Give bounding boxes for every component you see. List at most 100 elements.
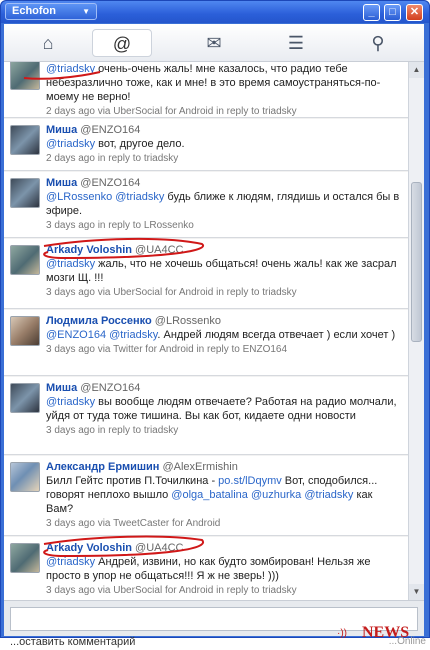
tweet-text: Билл Гейтс против П.Точилкина - po.st/lD… (46, 474, 402, 516)
tweet-body: @triadsky очень-очень жаль! мне казалось… (46, 62, 402, 119)
mention-link[interactable]: @uzhurka @triadsky (251, 489, 353, 501)
tweet-text: @triadsky вот, другое дело. (46, 137, 402, 151)
tweet-header: Миша @ENZO164 (46, 123, 402, 137)
background-text: ...оставить комментарий (10, 636, 136, 648)
scroll-down-icon[interactable]: ▼ (409, 584, 424, 600)
user-name[interactable]: Миша (46, 177, 77, 189)
scroll-up-icon[interactable]: ▲ (409, 62, 424, 78)
mention-link[interactable]: @triadsky (46, 138, 95, 150)
user-handle[interactable]: @ENZO164 (80, 177, 140, 189)
chevron-down-icon: ▼ (82, 7, 90, 16)
tweet[interactable]: Миша @ENZO164 @triadsky вы вообще людям … (4, 377, 408, 455)
scrollbar[interactable]: ▲ ▼ (408, 62, 424, 600)
tweet[interactable]: Миша @ENZO164 @triadsky вот, другое дело… (4, 119, 408, 171)
close-button[interactable]: ✕ (406, 4, 423, 21)
user-name[interactable]: Людмила Россенко (46, 315, 152, 327)
tweet-body: Людмила Россенко @LRossenko @ENZO164 @tr… (46, 314, 402, 357)
app-menu-label: Echofon (12, 5, 56, 17)
tweet-text: @triadsky очень-очень жаль! мне казалось… (46, 62, 402, 104)
avatar[interactable] (10, 62, 40, 90)
tweet-header: Людмила Россенко @LRossenko (46, 314, 402, 328)
tweet-body: Миша @ENZO164 @LRossenko @triadsky будь … (46, 176, 402, 233)
title-bar: Echofon ▼ _ □ ✕ (1, 1, 429, 23)
avatar[interactable] (10, 383, 40, 413)
tweet-meta: 3 days ago via Twitter for Android in re… (46, 344, 288, 355)
home-icon[interactable]: ⌂ (18, 29, 78, 57)
tweet-body: Миша @ENZO164 @triadsky вот, другое дело… (46, 123, 402, 166)
tweet[interactable]: @triadsky очень-очень жаль! мне казалось… (4, 62, 408, 118)
tweet-meta: 3 days ago via UberSocial for Android in… (46, 287, 297, 298)
mentions-icon[interactable]: @ (92, 29, 152, 57)
tweet-body: Александр Ермишин @AlexErmishin Билл Гей… (46, 460, 402, 531)
tweet-text-content: Билл Гейтс против П.Точилкина - (46, 475, 219, 487)
url-link[interactable]: po.st/lDqymv (218, 475, 282, 487)
maximize-button[interactable]: □ (384, 4, 401, 21)
user-handle[interactable]: @ENZO164 (80, 382, 140, 394)
tweet-text: @LRossenko @triadsky будь ближе к людям,… (46, 190, 402, 218)
avatar[interactable] (10, 178, 40, 208)
tweet[interactable]: Arkady Voloshin @UA4CC @triadsky жаль, ч… (4, 239, 408, 309)
user-handle[interactable]: @UA4CC (135, 244, 183, 256)
tweet-body: Arkady Voloshin @UA4CC @triadsky жаль, ч… (46, 243, 402, 300)
tweet-body: Arkady Voloshin @UA4CC @triadsky Андрей,… (46, 541, 402, 598)
avatar[interactable] (10, 462, 40, 492)
tweet-text-content: очень-очень жаль! мне казалось, что ради… (46, 63, 381, 103)
tweet-text: @triadsky жаль, что не хочешь общаться! … (46, 257, 402, 285)
avatar[interactable] (10, 316, 40, 346)
tweet-header: Миша @ENZO164 (46, 381, 402, 395)
mention-link[interactable]: @ENZO164 @triadsky (46, 329, 157, 341)
tweet-text: @triadsky вы вообще людям отвечаете? Раб… (46, 395, 402, 423)
timeline: @triadsky очень-очень жаль! мне казалось… (4, 62, 424, 600)
tweet-body: Миша @ENZO164 @triadsky вы вообще людям … (46, 381, 402, 438)
tweet-text-content: Андрей, извини, но как будто зомбирован!… (46, 556, 371, 582)
user-handle[interactable]: @AlexErmishin (162, 461, 237, 473)
tweet-text: @ENZO164 @triadsky. Андрей людям всегда … (46, 328, 402, 342)
compose-input[interactable] (10, 607, 418, 631)
tweet-text-content: . Андрей людям всегда отвечает ) если хо… (157, 329, 396, 341)
avatar[interactable] (10, 125, 40, 155)
user-name[interactable]: Arkady Voloshin (46, 244, 132, 256)
search-icon[interactable]: ⚲ (348, 29, 408, 57)
user-name[interactable]: Миша (46, 124, 77, 136)
tweet-meta: 3 days ago in reply to triadsky (46, 425, 179, 436)
tweet-text-content: вот, другое дело. (95, 138, 185, 150)
tweet-text: @triadsky Андрей, извини, но как будто з… (46, 555, 402, 583)
tweet-text-content: жаль, что не хочешь общаться! очень жаль… (46, 258, 397, 284)
mention-link[interactable]: @triadsky (46, 258, 95, 270)
tweet-meta: 3 days ago in reply to LRossenko (46, 220, 194, 231)
tweet-text-content: вы вообще людям отвечаете? Работая на ра… (46, 396, 397, 422)
tweet[interactable]: Миша @ENZO164 @LRossenko @triadsky будь … (4, 172, 408, 238)
tweet[interactable]: Arkady Voloshin @UA4CC @triadsky Андрей,… (4, 537, 408, 600)
tweet-meta: 2 days ago via UberSocial for Android in… (46, 106, 297, 117)
messages-icon[interactable]: ✉ (184, 29, 244, 57)
scrollbar-thumb[interactable] (411, 182, 422, 342)
mention-link[interactable]: @triadsky (46, 63, 95, 75)
user-handle[interactable]: @UA4CC (135, 542, 183, 554)
user-handle[interactable]: @LRossenko (155, 315, 221, 327)
toolbar: ⌂ @ ✉ ☰ ⚲ (4, 24, 424, 62)
news-watermark: NEWS (362, 624, 410, 641)
tweet-header: Александр Ермишин @AlexErmishin (46, 460, 402, 474)
lists-icon[interactable]: ☰ (266, 29, 326, 57)
tweet-header: Arkady Voloshin @UA4CC (46, 541, 402, 555)
tweet-meta: 3 days ago via TweetCaster for Android (46, 518, 221, 529)
user-name[interactable]: Миша (46, 382, 77, 394)
mention-link[interactable]: @triadsky (46, 556, 95, 568)
news-signal-icon: ·)) (337, 628, 347, 639)
avatar[interactable] (10, 543, 40, 573)
tweet-header: Миша @ENZO164 (46, 176, 402, 190)
minimize-button[interactable]: _ (363, 4, 380, 21)
mention-link[interactable]: @olga_batalina (171, 489, 248, 501)
tweet-header: Arkady Voloshin @UA4CC (46, 243, 402, 257)
mention-link[interactable]: @triadsky (46, 396, 95, 408)
app-menu-button[interactable]: Echofon ▼ (5, 3, 97, 20)
tweet-meta: 3 days ago via UberSocial for Android in… (46, 585, 297, 596)
avatar[interactable] (10, 245, 40, 275)
user-name[interactable]: Александр Ермишин (46, 461, 159, 473)
tweet[interactable]: Людмила Россенко @LRossenko @ENZO164 @tr… (4, 310, 408, 376)
user-name[interactable]: Arkady Voloshin (46, 542, 132, 554)
user-handle[interactable]: @ENZO164 (80, 124, 140, 136)
tweet[interactable]: Александр Ермишин @AlexErmishin Билл Гей… (4, 456, 408, 536)
mention-link[interactable]: @LRossenko @triadsky (46, 191, 164, 203)
tweet-meta: 2 days ago in reply to triadsky (46, 153, 179, 164)
